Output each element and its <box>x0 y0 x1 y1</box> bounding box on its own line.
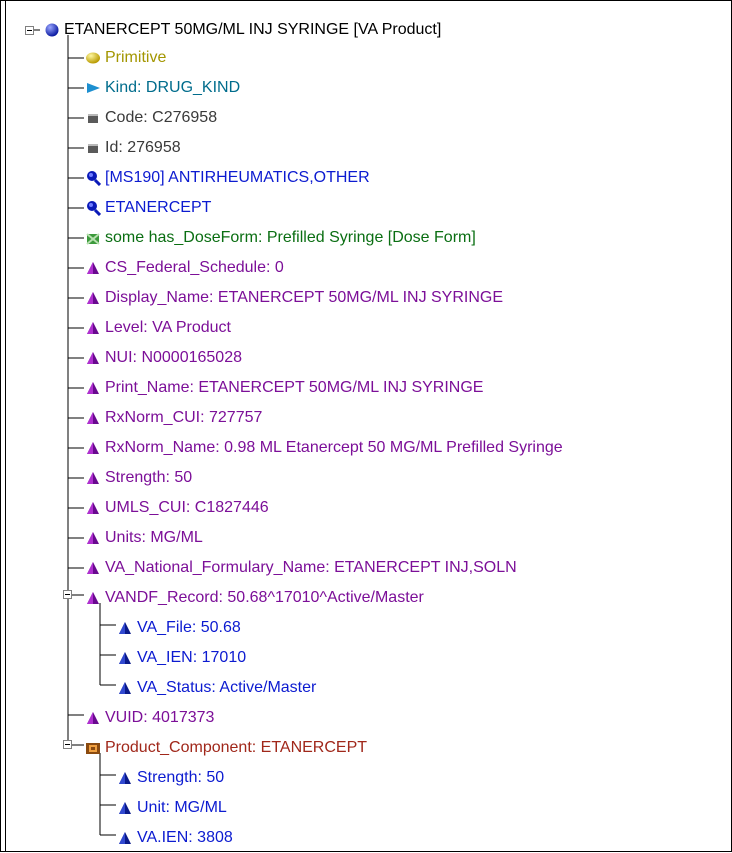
tree-node-label: VA.IEN: 3808 <box>137 829 233 846</box>
property-triangle-icon <box>85 500 101 523</box>
primitive-ball-icon <box>85 50 101 73</box>
tree-node-label: Code: C276958 <box>105 109 218 126</box>
tree-node-label: CS_Federal_Schedule: 0 <box>105 259 284 276</box>
tree-node-label: ETANERCEPT 50MG/ML INJ SYRINGE [VA Produ… <box>64 21 442 38</box>
kind-arrow-icon <box>85 80 101 103</box>
qualifier-triangle-icon <box>117 650 133 673</box>
tree-node-label: VA_IEN: 17010 <box>137 649 247 666</box>
property-triangle-icon <box>85 560 101 583</box>
tree-node-label: VUID: 4017373 <box>105 709 215 726</box>
property-triangle-icon <box>85 470 101 493</box>
role-restriction-icon <box>85 230 101 253</box>
component-box-icon <box>85 740 101 763</box>
tree-node-label: ETANERCEPT <box>105 199 212 216</box>
root-expander[interactable] <box>25 26 34 35</box>
property-triangle-icon <box>85 710 101 733</box>
tree-node-label: Units: MG/ML <box>105 529 203 546</box>
qualifier-triangle-icon <box>117 620 133 643</box>
property-triangle-icon <box>85 440 101 463</box>
tree-node-label: some has_DoseForm: Prefilled Syringe [Do… <box>105 229 476 246</box>
tree-node-label: UMLS_CUI: C1827446 <box>105 499 269 516</box>
tree-node-label: Primitive <box>105 49 167 66</box>
tree-node-label: RxNorm_CUI: 727757 <box>105 409 263 426</box>
tree-node-label: Display_Name: ETANERCEPT 50MG/ML INJ SYR… <box>105 289 504 306</box>
property-triangle-icon <box>85 320 101 343</box>
tree-node-label: Unit: MG/ML <box>137 799 227 816</box>
tree-node-label: VA_File: 50.68 <box>137 619 241 636</box>
tree-node-label: NUI: N0000165028 <box>105 349 242 366</box>
tree-node-label: VA_National_Formulary_Name: ETANERCEPT I… <box>105 559 517 576</box>
tree-node-label: Strength: 50 <box>105 469 193 486</box>
qualifier-triangle-icon <box>117 800 133 823</box>
concept-ball-icon <box>44 22 60 45</box>
property-triangle-icon <box>85 350 101 373</box>
property-triangle-icon <box>85 260 101 283</box>
tree-node-label: Print_Name: ETANERCEPT 50MG/ML INJ SYRIN… <box>105 379 484 396</box>
property-triangle-icon <box>85 590 101 613</box>
qualifier-triangle-icon <box>117 830 133 853</box>
tree-node-label: Kind: DRUG_KIND <box>105 79 241 96</box>
vandf-record-expander[interactable] <box>63 590 72 599</box>
superconcept-magnifier-icon <box>85 200 102 223</box>
tree-node-label: Id: 276958 <box>105 139 181 156</box>
property-triangle-icon <box>85 530 101 553</box>
product-component-expander[interactable] <box>63 740 72 749</box>
property-triangle-icon <box>85 290 101 313</box>
property-triangle-icon <box>85 380 101 403</box>
tree-node-label: Strength: 50 <box>137 769 225 786</box>
tree-node-label: VANDF_Record: 50.68^17010^Active/Master <box>105 589 424 606</box>
code-block-icon <box>85 110 101 133</box>
qualifier-triangle-icon <box>117 770 133 793</box>
tree-node-label: Level: VA Product <box>105 319 231 336</box>
id-block-icon <box>85 140 101 163</box>
tree-node-label: VA_Status: Active/Master <box>137 679 317 696</box>
qualifier-triangle-icon <box>117 680 133 703</box>
superconcept-magnifier-icon <box>85 170 102 193</box>
property-triangle-icon <box>85 410 101 433</box>
tree-node-label: Product_Component: ETANERCEPT <box>105 739 368 756</box>
tree-node-label: RxNorm_Name: 0.98 ML Etanercept 50 MG/ML… <box>105 439 563 456</box>
tree-node-label: [MS190] ANTIRHEUMATICS,OTHER <box>105 169 370 186</box>
